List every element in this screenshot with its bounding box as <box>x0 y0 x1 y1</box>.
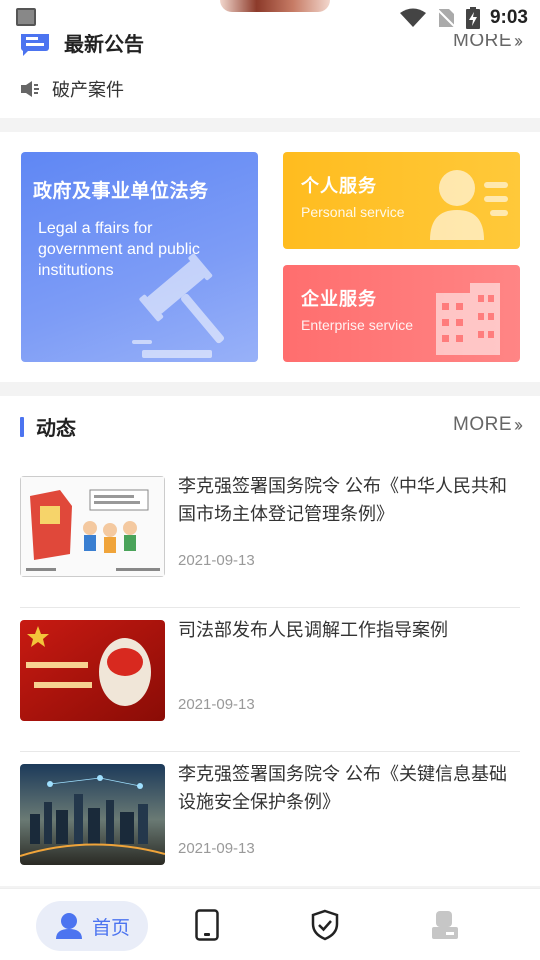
profile-icon <box>432 911 458 939</box>
speaker-icon <box>21 81 39 97</box>
news-item[interactable]: 李克强签署国务院令 公布《关键信息基础设施安全保护条例》 2021-09-13 <box>20 752 520 896</box>
news-item[interactable]: 李克强签署国务院令 公布《中华人民共和国市场主体登记管理条例》 2021-09-… <box>20 464 520 608</box>
enterprise-card-title: 企业服务 <box>301 289 377 309</box>
news-section: 动态 MORE ›› 李克强签署国务院令 公布《中华人民共和国市场主体登记管理条… <box>0 396 540 896</box>
no-sim-icon <box>436 8 456 28</box>
news-header: 动态 <box>20 412 76 441</box>
double-chevron-right-icon: ›› <box>514 414 523 435</box>
banner-image-peek <box>220 0 330 12</box>
cartoon-thumbnail-image <box>20 476 165 577</box>
news-list: 李克强签署国务院令 公布《中华人民共和国市场主体登记管理条例》 2021-09-… <box>20 464 520 896</box>
news-item-title: 司法部发布人民调解工作指导案例 <box>178 620 448 640</box>
gavel-icon <box>132 253 225 358</box>
person-card-icon <box>430 170 508 240</box>
nav-home-tab[interactable]: 首页 <box>36 901 148 951</box>
nav-home-label: 首页 <box>91 917 130 939</box>
gallery-notification-icon <box>16 8 36 26</box>
news-item-title: 李克强签署国务院令 公布《中华人民共和国市场主体登记管理条例》 <box>178 476 507 524</box>
status-time: 9:03 <box>489 7 528 28</box>
bottom-navigation: 首页 <box>0 888 540 960</box>
battery-charging-icon <box>465 7 480 29</box>
news-thumbnail <box>20 620 165 721</box>
nav-shield-tab[interactable] <box>307 907 343 943</box>
notice-item-text: 破产案件 <box>52 80 124 100</box>
city-network-thumbnail-image <box>20 764 165 865</box>
gov-card-title: 政府及事业单位法务 <box>33 181 209 202</box>
enterprise-service-card[interactable]: 企业服务 Enterprise service <box>283 265 520 362</box>
news-item-date: 2021-09-13 <box>178 840 255 857</box>
phone-icon <box>195 909 219 941</box>
personal-card-subtitle: Personal service <box>301 204 405 220</box>
section-accent-bar <box>20 416 24 437</box>
notice-item[interactable]: 破产案件 <box>20 76 124 102</box>
gov-legal-card[interactable]: 政府及事业单位法务 Legal a ffairs for government … <box>21 152 258 362</box>
personal-card-title: 个人服务 <box>301 176 377 196</box>
news-item-date: 2021-09-13 <box>178 696 255 713</box>
app-root: 最新公告 MORE ›› 破产案件 9:03 政府及事业单位法务 Legal a… <box>0 0 540 960</box>
news-item-title: 李克强签署国务院令 公布《关键信息基础设施安全保护条例》 <box>178 764 507 812</box>
nav-profile-tab[interactable] <box>427 907 463 943</box>
home-icon <box>55 913 82 939</box>
shield-check-icon <box>311 909 339 941</box>
news-more-label: MORE <box>453 414 512 435</box>
news-thumbnail <box>20 476 165 577</box>
status-bar: 9:03 <box>0 0 540 34</box>
nav-phone-tab[interactable] <box>189 907 225 943</box>
enterprise-card-subtitle: Enterprise service <box>301 317 414 333</box>
building-icon <box>436 283 500 355</box>
news-item[interactable]: 司法部发布人民调解工作指导案例 2021-09-13 <box>20 608 520 752</box>
news-title: 动态 <box>36 418 76 440</box>
wifi-icon <box>399 8 426 27</box>
news-item-date: 2021-09-13 <box>178 552 255 569</box>
news-thumbnail <box>20 764 165 865</box>
news-more-link[interactable]: MORE ›› <box>453 414 523 436</box>
mediation-thumbnail-image <box>20 620 165 721</box>
services-section: 政府及事业单位法务 Legal a ffairs for government … <box>0 132 540 382</box>
personal-service-card[interactable]: 个人服务 Personal service <box>283 152 520 249</box>
status-indicators: 9:03 <box>399 4 528 32</box>
